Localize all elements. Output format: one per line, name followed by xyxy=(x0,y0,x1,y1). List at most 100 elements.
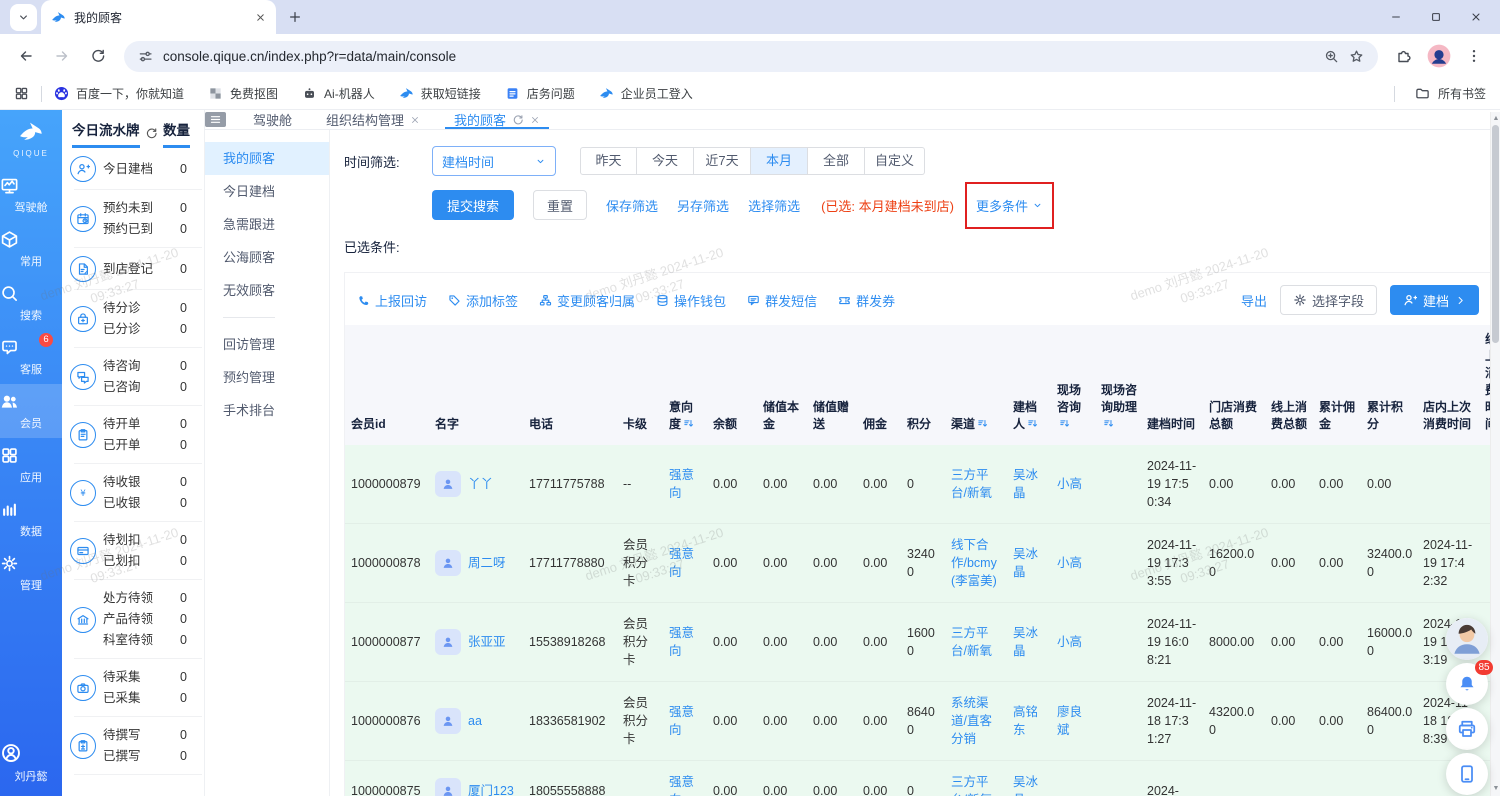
column-header-intent[interactable]: 意向度 xyxy=(663,325,707,445)
save-as-filter-link[interactable]: 另存筛选 xyxy=(677,196,729,215)
cell-assistant[interactable] xyxy=(1095,682,1141,761)
cell-creator[interactable]: 吴冰晶 xyxy=(1007,524,1051,603)
submenu-item[interactable]: 预约管理 xyxy=(205,361,329,394)
bulk-action-link[interactable]: 变更顾客归属 xyxy=(539,291,635,310)
address-bar[interactable]: console.qique.cn/index.php?r=data/main/c… xyxy=(124,41,1378,72)
sidebar-item-data[interactable]: 数据 xyxy=(0,492,62,546)
column-header-creator[interactable]: 建档人 xyxy=(1007,325,1051,445)
cell-consultant[interactable]: 廖良斌 xyxy=(1051,682,1095,761)
cell-name[interactable]: 张亚亚 xyxy=(429,603,523,682)
maximize-icon[interactable] xyxy=(1430,11,1442,23)
sidebar-item-dashboard[interactable]: 驾驶舱 xyxy=(0,168,62,222)
cell-consultant[interactable]: 小高 xyxy=(1051,445,1095,524)
quick-range-button[interactable]: 昨天 xyxy=(580,147,637,175)
cell-intent[interactable]: 强意向 xyxy=(663,682,707,761)
cell-intent[interactable]: 强意向 xyxy=(663,603,707,682)
cell-name[interactable]: 周二呀 xyxy=(429,524,523,603)
customer-name-link[interactable]: aa xyxy=(468,712,482,730)
all-bookmarks[interactable]: 所有书签 xyxy=(1382,85,1486,102)
column-header-assistant[interactable]: 现场咨询助理 xyxy=(1095,325,1141,445)
submenu-item[interactable]: 无效顾客 xyxy=(205,274,329,307)
sidebar-item-member[interactable]: 会员 xyxy=(0,384,62,438)
quick-range-button[interactable]: 近7天 xyxy=(694,147,751,175)
vertical-scrollbar[interactable]: ▲ ▼ xyxy=(1490,112,1500,796)
quick-range-button[interactable]: 全部 xyxy=(808,147,865,175)
submenu-item[interactable]: 手术排台 xyxy=(205,394,329,427)
cell-consultant[interactable]: 小高 xyxy=(1051,524,1095,603)
column-header-consultant[interactable]: 现场咨询 xyxy=(1051,325,1095,445)
sidebar-item-search[interactable]: 搜索 xyxy=(0,276,62,330)
cell-name[interactable]: 厦门123 xyxy=(429,761,523,796)
window-close-icon[interactable] xyxy=(1470,11,1482,23)
cell-channel[interactable]: 三方平台/新氧 xyxy=(945,761,1007,796)
scroll-up-arrow[interactable]: ▲ xyxy=(1491,114,1500,124)
cell-consultant[interactable]: 小高 xyxy=(1051,603,1095,682)
save-filter-link[interactable]: 保存筛选 xyxy=(606,196,658,215)
cell-creator[interactable]: 高铭东 xyxy=(1007,682,1051,761)
forward-icon[interactable] xyxy=(48,42,76,70)
bookmark-item[interactable]: 百度一下，你就知道 xyxy=(54,85,184,102)
refresh-icon[interactable] xyxy=(512,114,524,126)
choose-filter-link[interactable]: 选择筛选 xyxy=(748,196,800,215)
sort-icon[interactable] xyxy=(1059,418,1070,429)
quick-range-button[interactable]: 本月 xyxy=(751,147,808,175)
cell-assistant[interactable] xyxy=(1095,445,1141,524)
customer-name-link[interactable]: 周二呀 xyxy=(468,554,506,572)
sort-icon[interactable] xyxy=(1027,418,1038,429)
cell-creator[interactable]: 吴冰晶 xyxy=(1007,603,1051,682)
create-record-button[interactable]: 建档 xyxy=(1390,285,1479,315)
minimize-icon[interactable] xyxy=(1390,11,1402,23)
submit-search-button[interactable]: 提交搜索 xyxy=(432,190,514,220)
cell-channel[interactable]: 三方平台/新氧 xyxy=(945,445,1007,524)
cell-assistant[interactable] xyxy=(1095,761,1141,796)
cell-channel[interactable]: 系统渠道/直客分销 xyxy=(945,682,1007,761)
cell-intent[interactable]: 强意向 xyxy=(663,445,707,524)
bulk-action-link[interactable]: 群发短信 xyxy=(747,291,817,310)
more-conditions-link[interactable]: 更多条件 xyxy=(965,182,1054,229)
cell-intent[interactable]: 强意向 xyxy=(663,761,707,796)
bookmark-item[interactable]: 店务问题 xyxy=(505,85,575,102)
reset-button[interactable]: 重置 xyxy=(533,190,587,220)
reload-icon[interactable] xyxy=(84,42,112,70)
hamburger-icon[interactable] xyxy=(205,112,226,127)
tab-close-icon[interactable] xyxy=(255,12,266,23)
bookmark-item[interactable]: 获取短链接 xyxy=(399,85,481,102)
workspace-tab[interactable]: 驾驶舱 xyxy=(236,110,309,129)
cell-consultant[interactable] xyxy=(1051,761,1095,796)
scroll-down-arrow[interactable]: ▼ xyxy=(1491,784,1500,794)
workspace-tab[interactable]: 我的顾客 xyxy=(437,110,557,129)
apps-grid-icon[interactable] xyxy=(14,86,29,101)
cell-creator[interactable]: 吴冰晶 xyxy=(1007,761,1051,796)
cell-name[interactable]: 丫丫 xyxy=(429,445,523,524)
mobile-button[interactable] xyxy=(1446,753,1488,795)
submenu-item[interactable]: 我的顾客 xyxy=(205,142,329,175)
browser-profile-avatar[interactable] xyxy=(1426,43,1452,69)
bookmark-star-icon[interactable] xyxy=(1349,49,1364,64)
new-tab-button[interactable] xyxy=(288,10,302,24)
extensions-icon[interactable] xyxy=(1390,42,1418,70)
browser-tab[interactable]: 我的顾客 xyxy=(41,0,276,34)
customer-name-link[interactable]: 丫丫 xyxy=(468,475,493,493)
print-button[interactable] xyxy=(1446,708,1488,750)
sidebar-item-admin[interactable]: 管理 xyxy=(0,546,62,600)
bulk-action-link[interactable]: 添加标签 xyxy=(448,291,518,310)
sort-icon[interactable] xyxy=(977,418,988,429)
bulk-action-link[interactable]: 操作钱包 xyxy=(656,291,726,310)
cell-intent[interactable]: 强意向 xyxy=(663,524,707,603)
cell-channel[interactable]: 线下合作/bcmy(李富美) xyxy=(945,524,1007,603)
bookmark-item[interactable]: Ai-机器人 xyxy=(302,85,375,102)
refresh-icon[interactable] xyxy=(145,127,158,140)
zoom-icon[interactable] xyxy=(1324,49,1339,64)
sidebar-item-service[interactable]: 客服6 xyxy=(0,330,62,384)
current-user[interactable]: 刘丹懿 xyxy=(0,734,62,796)
bookmark-item[interactable]: 免费抠图 xyxy=(208,85,278,102)
time-field-select[interactable]: 建档时间 xyxy=(432,146,556,176)
cell-name[interactable]: aa xyxy=(429,682,523,761)
column-header-channel[interactable]: 渠道 xyxy=(945,325,1007,445)
tab-search-button[interactable] xyxy=(10,4,37,31)
customer-name-link[interactable]: 厦门123 xyxy=(468,782,514,796)
sort-icon[interactable] xyxy=(1103,418,1114,429)
submenu-item[interactable]: 今日建档 xyxy=(205,175,329,208)
notifications-button[interactable]: 85 xyxy=(1446,663,1488,705)
workspace-tab[interactable]: 组织结构管理 xyxy=(309,110,437,129)
